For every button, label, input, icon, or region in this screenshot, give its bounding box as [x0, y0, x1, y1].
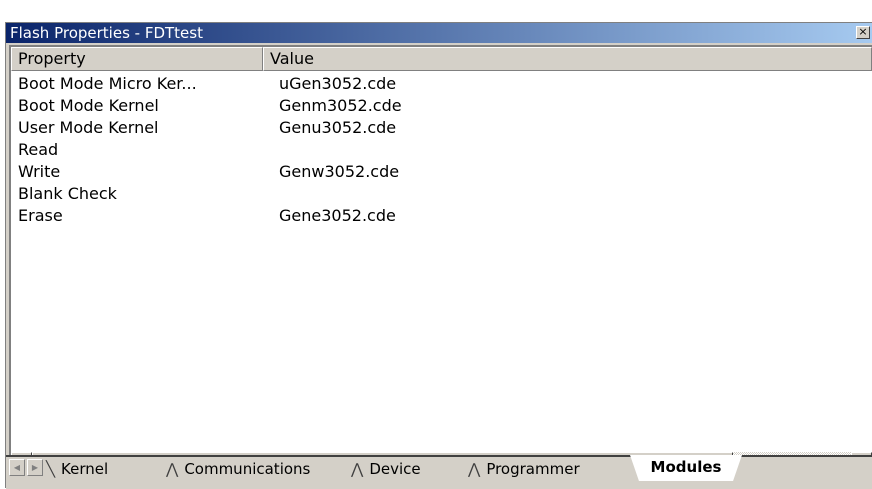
- tab-device-label: Device: [369, 460, 421, 478]
- property-cell: Boot Mode Micro Ker...: [18, 74, 197, 93]
- title-bar[interactable]: Flash Properties - FDTtest ×: [6, 23, 872, 43]
- close-icon: ×: [858, 25, 868, 38]
- column-header-value[interactable]: Value: [263, 47, 872, 71]
- value-cell: Genu3052.cde: [279, 118, 397, 137]
- list-row[interactable]: Boot Mode Kernel Genm3052.cde: [11, 95, 872, 117]
- value-cell: Gene3052.cde: [279, 206, 396, 225]
- property-cell: Erase: [18, 206, 63, 225]
- close-button[interactable]: ×: [856, 26, 870, 39]
- tab-communications-label: Communications: [184, 460, 311, 478]
- list-rows: Boot Mode Micro Ker... uGen3052.cde Boot…: [11, 73, 872, 227]
- tab-communications[interactable]: ⋀ Communications: [166, 458, 310, 480]
- list-row[interactable]: User Mode Kernel Genu3052.cde: [11, 117, 872, 139]
- value-cell: Genw3052.cde: [279, 162, 400, 181]
- tab-separator-icon: ⋀: [351, 460, 364, 478]
- tab-strip: ◀ ▶ ╲ Kernel ⋀ Communications ⋀ Device ⋀ Pro…: [6, 455, 872, 489]
- list-row[interactable]: Write Genw3052.cde: [11, 161, 872, 183]
- tab-kernel[interactable]: ╲ Kernel: [46, 458, 108, 480]
- tab-scroll-left-button[interactable]: ◀: [9, 459, 25, 476]
- value-cell: [270, 183, 279, 205]
- tab-separator-icon: ╲: [46, 460, 56, 478]
- tab-strip-divider: [6, 455, 872, 457]
- value-cell: uGen3052.cde: [279, 74, 397, 93]
- tab-programmer-label: Programmer: [486, 460, 580, 478]
- value-cell: Genm3052.cde: [279, 96, 402, 115]
- tab-scroll-right-icon: ▶: [31, 463, 39, 472]
- property-cell: Write: [18, 162, 61, 181]
- properties-list: Property Value Boot Mode Micro Ker... uG…: [9, 45, 872, 475]
- property-cell: Read: [18, 140, 59, 159]
- tab-programmer[interactable]: ⋀ Programmer: [468, 458, 580, 480]
- flash-properties-window: Flash Properties - FDTtest × Property Va…: [5, 22, 872, 489]
- list-header: Property Value: [11, 47, 872, 71]
- list-row[interactable]: Read: [11, 139, 872, 161]
- tab-kernel-label: Kernel: [61, 460, 109, 478]
- tab-modules[interactable]: Modules: [630, 455, 742, 481]
- property-cell: User Mode Kernel: [18, 118, 159, 137]
- property-cell: Boot Mode Kernel: [18, 96, 159, 115]
- list-row[interactable]: Erase Gene3052.cde: [11, 205, 872, 227]
- tab-separator-icon: ⋀: [166, 460, 179, 478]
- value-cell: [270, 139, 279, 161]
- tab-scroll-left-icon: ◀: [13, 463, 21, 472]
- tab-scroll-right-button[interactable]: ▶: [27, 459, 43, 476]
- list-row[interactable]: Blank Check: [11, 183, 872, 205]
- tab-modules-label: Modules: [650, 458, 722, 476]
- column-header-property[interactable]: Property: [11, 47, 263, 71]
- window-title: Flash Properties - FDTtest: [10, 24, 203, 42]
- tab-device[interactable]: ⋀ Device: [351, 458, 421, 480]
- list-row[interactable]: Boot Mode Micro Ker... uGen3052.cde: [11, 73, 872, 95]
- tab-separator-icon: ⋀: [468, 460, 481, 478]
- property-cell: Blank Check: [18, 184, 117, 203]
